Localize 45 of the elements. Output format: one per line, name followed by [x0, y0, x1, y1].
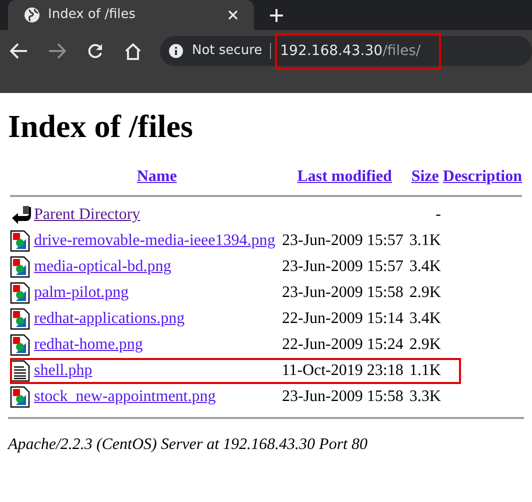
column-header-link[interactable]: Name	[136, 168, 177, 186]
file-link[interactable]: stock_new-appointment.png	[34, 388, 216, 406]
image-file-icon	[10, 256, 30, 278]
modified-date: 23-Jun-2009 15:57	[282, 232, 404, 250]
info-icon	[168, 43, 184, 59]
browser-tab[interactable]: Index of /files	[8, 0, 254, 30]
security-label: Not secure	[192, 42, 262, 60]
modified-date: 23-Jun-2009 15:57	[282, 258, 404, 276]
tab-title: Index of /files	[48, 6, 137, 24]
modified-date: 22-Jun-2009 15:14	[282, 310, 404, 328]
back-arrow-icon	[10, 204, 32, 226]
file-link[interactable]: redhat-applications.png	[34, 310, 185, 328]
file-link[interactable]: Parent Directory	[34, 206, 140, 224]
image-file-icon	[10, 230, 30, 252]
image-file-icon	[10, 386, 30, 408]
file-size: -	[436, 206, 441, 224]
column-header-link[interactable]: Description	[442, 168, 522, 186]
url-text: 192.168.43.30/files/	[280, 42, 421, 58]
file-link[interactable]: drive-removable-media-ieee1394.png	[34, 232, 276, 250]
column-header-link[interactable]: Last modified	[297, 168, 392, 186]
image-file-icon	[10, 308, 30, 330]
globe-icon	[24, 7, 40, 23]
file-size: 2.9K	[409, 336, 441, 354]
page-heading: Index of /files	[8, 107, 194, 146]
file-link[interactable]: redhat-home.png	[34, 336, 143, 354]
text-file-icon	[10, 360, 30, 382]
close-icon[interactable]	[228, 10, 238, 20]
modified-date: 23-Jun-2009 15:58	[282, 284, 404, 302]
file-link[interactable]: shell.php	[34, 362, 92, 380]
file-size: 3.3K	[409, 388, 441, 406]
column-header-link[interactable]: Size	[411, 168, 439, 186]
file-size: 1.1K	[409, 362, 441, 380]
file-size: 3.1K	[409, 232, 441, 250]
file-size: 3.4K	[409, 310, 441, 328]
server-signature: Apache/2.2.3 (CentOS) Server at 192.168.43.30 Port 80	[8, 435, 368, 456]
new-tab-icon[interactable]	[270, 9, 283, 22]
file-size: 2.9K	[409, 284, 441, 302]
modified-date: 11-Oct-2019 23:18	[282, 362, 404, 380]
modified-date: 22-Jun-2009 15:24	[282, 336, 404, 354]
modified-date: 23-Jun-2009 15:58	[282, 388, 404, 406]
image-file-icon	[10, 334, 30, 356]
image-file-icon	[10, 282, 30, 304]
file-link[interactable]: palm-pilot.png	[34, 284, 129, 302]
file-link[interactable]: media-optical-bd.png	[34, 258, 172, 276]
file-size: 3.4K	[409, 258, 441, 276]
